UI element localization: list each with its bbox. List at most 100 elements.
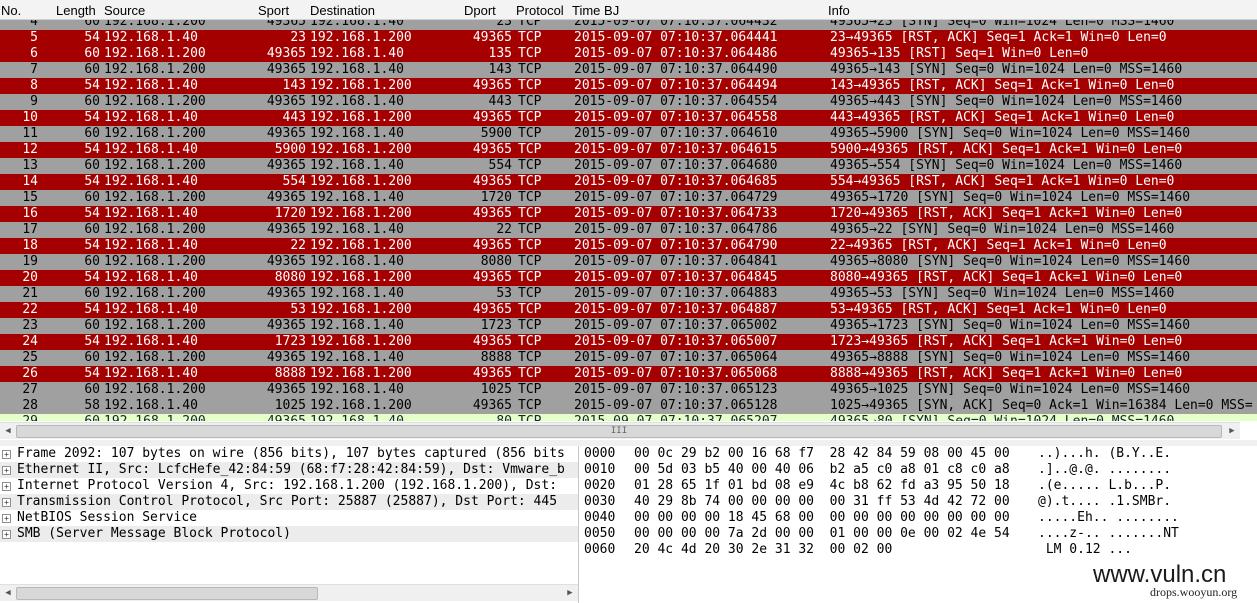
scroll-right-icon[interactable]: ▶: [1224, 423, 1240, 439]
details-tree-item[interactable]: + Frame 2092: 107 bytes on wire (856 bits…: [0, 446, 578, 462]
packet-row[interactable]: 9 60 192.168.1.200 49365 192.168.1.40 443 TCP 2…: [0, 94, 1257, 110]
packet-cell-info: 49365→1723 [SYN] Seq=0 Win=1024 Len=0 MS…: [830, 318, 1191, 333]
packet-cell-dport: 8888: [480, 350, 512, 365]
packet-cell-len: 60: [84, 94, 100, 109]
packet-cell-no: 18: [22, 238, 38, 253]
column-header-time[interactable]: Time BJ: [572, 3, 619, 18]
hex-row[interactable]: 0000 00 0c 29 b2 00 16 68 f7 28 42 84 59 …: [584, 446, 1257, 462]
expand-plus-icon[interactable]: +: [2, 514, 11, 523]
details-scroll-right-icon[interactable]: ▶: [562, 585, 578, 601]
packet-cell-dport: 49365: [472, 174, 512, 189]
packet-cell-time: 2015-09-07 07:10:37.065068: [574, 366, 778, 381]
hex-row[interactable]: 0020 01 28 65 1f 01 bd 08 e9 4c b8 62 fd …: [584, 478, 1257, 494]
packet-cell-dport: 49365: [472, 30, 512, 45]
packet-cell-info: 49365→1720 [SYN] Seq=0 Win=1024 Len=0 MS…: [830, 190, 1191, 205]
packet-cell-len: 54: [84, 206, 100, 221]
packet-row[interactable]: 5 54 192.168.1.40 23 192.168.1.200 49365 TCP 20…: [0, 30, 1257, 46]
packet-cell-info: 49365→53 [SYN] Seq=0 Win=1024 Len=0 MSS=…: [830, 286, 1175, 301]
expand-plus-icon[interactable]: +: [2, 498, 11, 507]
hex-hex: 40 29 8b 74 00 00 00 00 00 31 ff 53 4d 4…: [634, 494, 1010, 509]
scrollbar-thumb[interactable]: III: [16, 425, 1222, 438]
column-header-destination[interactable]: Destination: [310, 3, 375, 18]
packet-row[interactable]: 14 54 192.168.1.40 554 192.168.1.200 49365 TCP…: [0, 174, 1257, 190]
packet-cell-no: 29: [0, 414, 38, 421]
details-tree-item[interactable]: + NetBIOS Session Service: [0, 510, 578, 526]
details-scroll-left-icon[interactable]: ◀: [0, 585, 16, 601]
packet-cell-sport: 49365: [266, 158, 306, 173]
column-header-dport[interactable]: Dport: [464, 3, 496, 18]
column-header-info[interactable]: Info: [828, 3, 850, 18]
column-header-length[interactable]: Length: [56, 3, 96, 18]
packet-row[interactable]: 19 60 192.168.1.200 49365 192.168.1.40 8080 TC…: [0, 254, 1257, 270]
packet-cell-time: 2015-09-07 07:10:37.064610: [574, 126, 778, 141]
packet-cell-no: 27: [22, 382, 38, 397]
packet-cell-time: 2015-09-07 07:10:37.065207: [574, 414, 824, 421]
packet-cell-dport: 1025: [480, 382, 512, 397]
packet-cell-dport: 1723: [480, 318, 512, 333]
packet-row[interactable]: 27 60 192.168.1.200 49365 192.168.1.40 1025 TC…: [0, 382, 1257, 398]
packet-row[interactable]: 23 60 192.168.1.200 49365 192.168.1.40 1723 TC…: [0, 318, 1257, 334]
details-tree-item[interactable]: + Internet Protocol Version 4, Src: 192.1…: [0, 478, 578, 494]
details-tree-label: NetBIOS Session Service: [17, 510, 198, 525]
expand-plus-icon[interactable]: +: [2, 482, 11, 491]
packet-list[interactable]: 4 60 192.168.1.200 49365 192.168.1.40 23 TCP 20…: [0, 0, 1257, 421]
packet-row[interactable]: 28 58 192.168.1.40 1025 192.168.1.200 49365 TC…: [0, 398, 1257, 414]
hex-row[interactable]: 0030 40 29 8b 74 00 00 00 00 00 31 ff 53 …: [584, 494, 1257, 510]
packet-cell-sport: 49365: [266, 318, 306, 333]
packet-cell-sport: 49365: [266, 94, 306, 109]
hex-row[interactable]: 0050 00 00 00 00 7a 2d 00 00 01 00 00 0e …: [584, 526, 1257, 542]
packet-row[interactable]: 18 54 192.168.1.40 22 192.168.1.200 49365 TCP 2…: [0, 238, 1257, 254]
details-scrollbar[interactable]: ◀ ▶: [0, 584, 578, 601]
packet-row[interactable]: 6 60 192.168.1.200 49365 192.168.1.40 135 TCP 2…: [0, 46, 1257, 62]
column-header-source[interactable]: Source: [104, 3, 145, 18]
hex-row[interactable]: 0060 20 4c 4d 20 30 2e 31 32 00 02 00 LM …: [584, 542, 1257, 558]
packet-cell-proto: TCP: [518, 254, 542, 269]
packet-row[interactable]: 7 60 192.168.1.200 49365 192.168.1.40 143 TCP 2…: [0, 62, 1257, 78]
packet-row[interactable]: 21 60 192.168.1.200 49365 192.168.1.40 53 TCP 2…: [0, 286, 1257, 302]
expand-plus-icon[interactable]: +: [2, 450, 11, 459]
expand-plus-icon[interactable]: +: [2, 466, 11, 475]
packet-row[interactable]: 22 54 192.168.1.40 53 192.168.1.200 49365 TCP 2…: [0, 302, 1257, 318]
packet-row[interactable]: 24 54 192.168.1.40 1723 192.168.1.200 49365 TC…: [0, 334, 1257, 350]
packet-cell-info: 49365→22 [SYN] Seq=0 Win=1024 Len=0 MSS=…: [830, 222, 1175, 237]
packet-row[interactable]: 15 60 192.168.1.200 49365 192.168.1.40 1720 TC…: [0, 190, 1257, 206]
packet-cell-sport: 49365: [266, 254, 306, 269]
packet-cell-info: 5900→49365 [RST, ACK] Seq=1 Ack=1 Win=0 …: [830, 142, 1183, 157]
packet-cell-info: 443→49365 [RST, ACK] Seq=1 Ack=1 Win=0 L…: [830, 110, 1175, 125]
packet-cell-len: 54: [84, 30, 100, 45]
details-tree-item[interactable]: + Ethernet II, Src: LcfcHefe_42:84:59 (68…: [0, 462, 578, 478]
packet-cell-sport: 53: [290, 302, 306, 317]
hex-row[interactable]: 0010 00 5d 03 b5 40 00 40 06 b2 a5 c0 a8 …: [584, 462, 1257, 478]
packet-cell-len: 54: [84, 302, 100, 317]
packet-cell-sport: 49365: [266, 62, 306, 77]
packet-row[interactable]: 26 54 192.168.1.40 8888 192.168.1.200 49365 TC…: [0, 366, 1257, 382]
hex-ascii: @).t.... .1.SMBr.: [1038, 494, 1172, 509]
hex-row[interactable]: 0040 00 00 00 00 18 45 68 00 00 00 00 00 …: [584, 510, 1257, 526]
column-header-sport[interactable]: Sport: [258, 3, 289, 18]
packet-row[interactable]: 2960192.168.1.20049365192.168.1.4080TCP2…: [0, 414, 1257, 421]
packet-row[interactable]: 11 60 192.168.1.200 49365 192.168.1.40 5900 TC…: [0, 126, 1257, 142]
packet-row[interactable]: 25 60 192.168.1.200 49365 192.168.1.40 8888 TC…: [0, 350, 1257, 366]
packet-row[interactable]: 10 54 192.168.1.40 443 192.168.1.200 49365 TCP…: [0, 110, 1257, 126]
packet-row[interactable]: 16 54 192.168.1.40 1720 192.168.1.200 49365 TC…: [0, 206, 1257, 222]
hex-ascii: .....Eh.. ........: [1038, 510, 1179, 525]
column-header-protocol[interactable]: Protocol: [516, 3, 564, 18]
packet-row[interactable]: 12 54 192.168.1.40 5900 192.168.1.200 49365 TC…: [0, 142, 1257, 158]
packet-cell-time: 2015-09-07 07:10:37.064729: [574, 190, 778, 205]
packet-row[interactable]: 17 60 192.168.1.200 49365 192.168.1.40 22 TCP 2…: [0, 222, 1257, 238]
packet-cell-info: 143→49365 [RST, ACK] Seq=1 Ack=1 Win=0 L…: [830, 78, 1175, 93]
details-tree-label: Internet Protocol Version 4, Src: 192.16…: [17, 478, 558, 493]
packet-cell-proto: TCP: [518, 382, 542, 397]
packet-cell-time: 2015-09-07 07:10:37.064615: [574, 142, 778, 157]
packet-list-scrollbar[interactable]: ◀ III ▶: [0, 422, 1240, 439]
scroll-left-icon[interactable]: ◀: [0, 423, 16, 439]
packet-details[interactable]: + Frame 2092: 107 bytes on wire (856 bits…: [0, 446, 579, 603]
packet-row[interactable]: 8 54 192.168.1.40 143 192.168.1.200 49365 TCP 2…: [0, 78, 1257, 94]
details-scrollbar-thumb[interactable]: [16, 587, 318, 600]
packet-row[interactable]: 20 54 192.168.1.40 8080 192.168.1.200 49365 TC…: [0, 270, 1257, 286]
column-header-no[interactable]: No.: [1, 3, 21, 18]
details-tree-item[interactable]: + SMB (Server Message Block Protocol): [0, 526, 578, 542]
details-tree-item[interactable]: + Transmission Control Protocol, Src Port…: [0, 494, 578, 510]
expand-plus-icon[interactable]: +: [2, 530, 11, 539]
packet-row[interactable]: 13 60 192.168.1.200 49365 192.168.1.40 554 TCP…: [0, 158, 1257, 174]
